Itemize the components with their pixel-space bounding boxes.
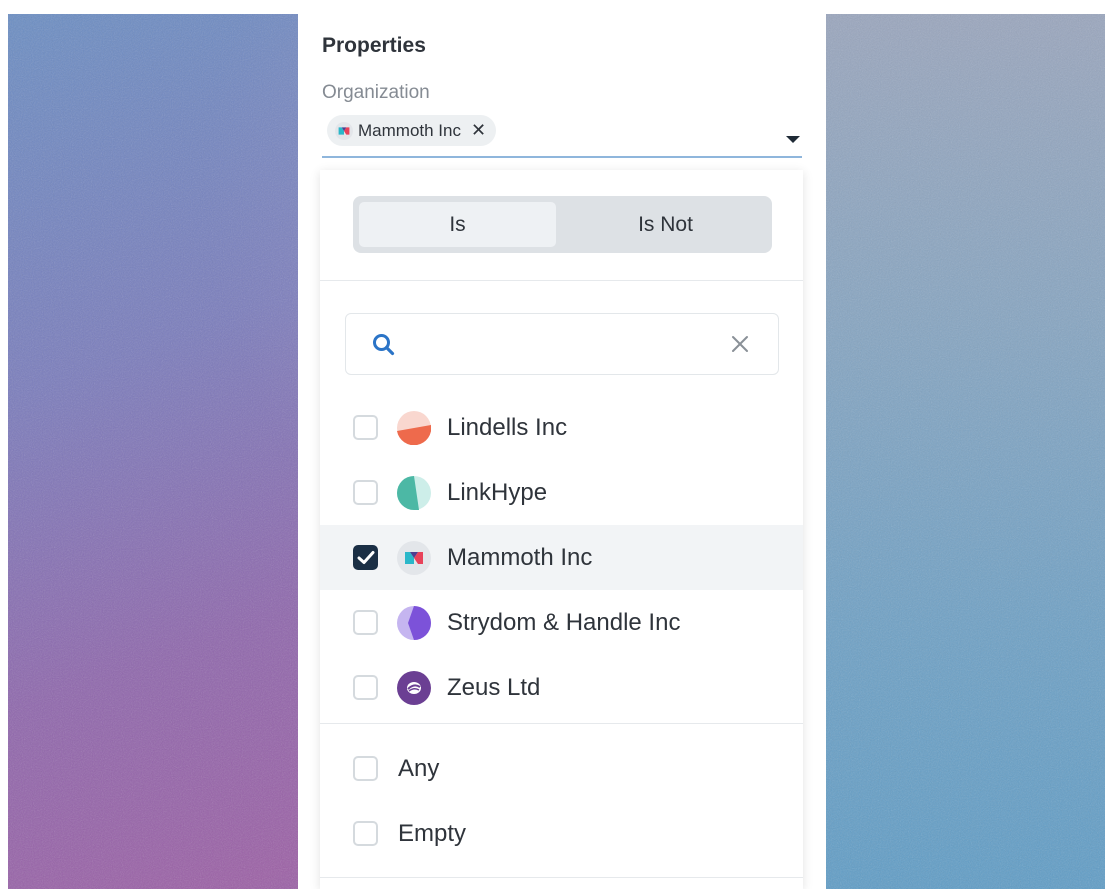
divider (320, 723, 803, 724)
linkhype-logo-icon (397, 475, 431, 510)
organization-dropdown: Is Is Not Lindells Inc LinkHype Mammoth … (320, 170, 803, 889)
chip-remove-icon[interactable]: ✕ (471, 120, 486, 141)
option-label: Lindells Inc (447, 413, 568, 441)
toggle-is-not[interactable]: Is Not (567, 202, 764, 247)
option-empty[interactable]: Empty (320, 801, 803, 866)
strydom-logo-icon (397, 605, 431, 640)
background: Properties Organization Mammoth Inc ✕ Is… (0, 0, 1105, 889)
toggle-is[interactable]: Is (359, 202, 556, 247)
divider (320, 280, 803, 281)
option-mammoth-inc[interactable]: Mammoth Inc (320, 525, 803, 590)
caret-down-icon[interactable] (786, 136, 800, 143)
chip-label: Mammoth Inc (358, 120, 461, 140)
option-label: Empty (398, 819, 467, 847)
search-box (345, 313, 779, 375)
mammoth-logo-icon (397, 540, 431, 575)
option-linkhype[interactable]: LinkHype (320, 460, 803, 525)
checkbox[interactable] (353, 821, 378, 846)
option-label: Zeus Ltd (447, 673, 541, 701)
search-icon (373, 334, 395, 356)
checkbox[interactable] (353, 756, 378, 781)
option-label: Any (398, 754, 440, 782)
checkbox-checked[interactable] (353, 545, 378, 570)
option-zeus-ltd[interactable]: Zeus Ltd (320, 655, 803, 720)
checkbox[interactable] (353, 610, 378, 635)
checkbox[interactable] (353, 675, 378, 700)
option-label: Strydom & Handle Inc (447, 608, 681, 636)
option-strydom-handle-inc[interactable]: Strydom & Handle Inc (320, 590, 803, 655)
option-label: LinkHype (447, 478, 548, 506)
option-label: Mammoth Inc (447, 543, 593, 571)
organization-select[interactable]: Mammoth Inc ✕ (322, 114, 802, 158)
search-input[interactable] (410, 324, 714, 366)
organization-label: Organization (322, 82, 430, 103)
properties-panel: Properties Organization Mammoth Inc ✕ Is… (298, 14, 826, 889)
divider (320, 877, 803, 878)
is-isnot-toggle: Is Is Not (353, 196, 772, 253)
option-any[interactable]: Any (320, 736, 803, 801)
panel-title: Properties (322, 34, 426, 57)
checkbox[interactable] (353, 415, 378, 440)
mammoth-logo-icon (335, 121, 353, 140)
clear-search-icon[interactable] (730, 334, 750, 354)
checkbox[interactable] (353, 480, 378, 505)
zeus-logo-icon (397, 670, 431, 705)
lindells-logo-icon (397, 410, 431, 445)
check-icon (357, 551, 375, 564)
selected-organization-chip: Mammoth Inc ✕ (327, 115, 497, 146)
option-lindells-inc[interactable]: Lindells Inc (320, 395, 803, 460)
